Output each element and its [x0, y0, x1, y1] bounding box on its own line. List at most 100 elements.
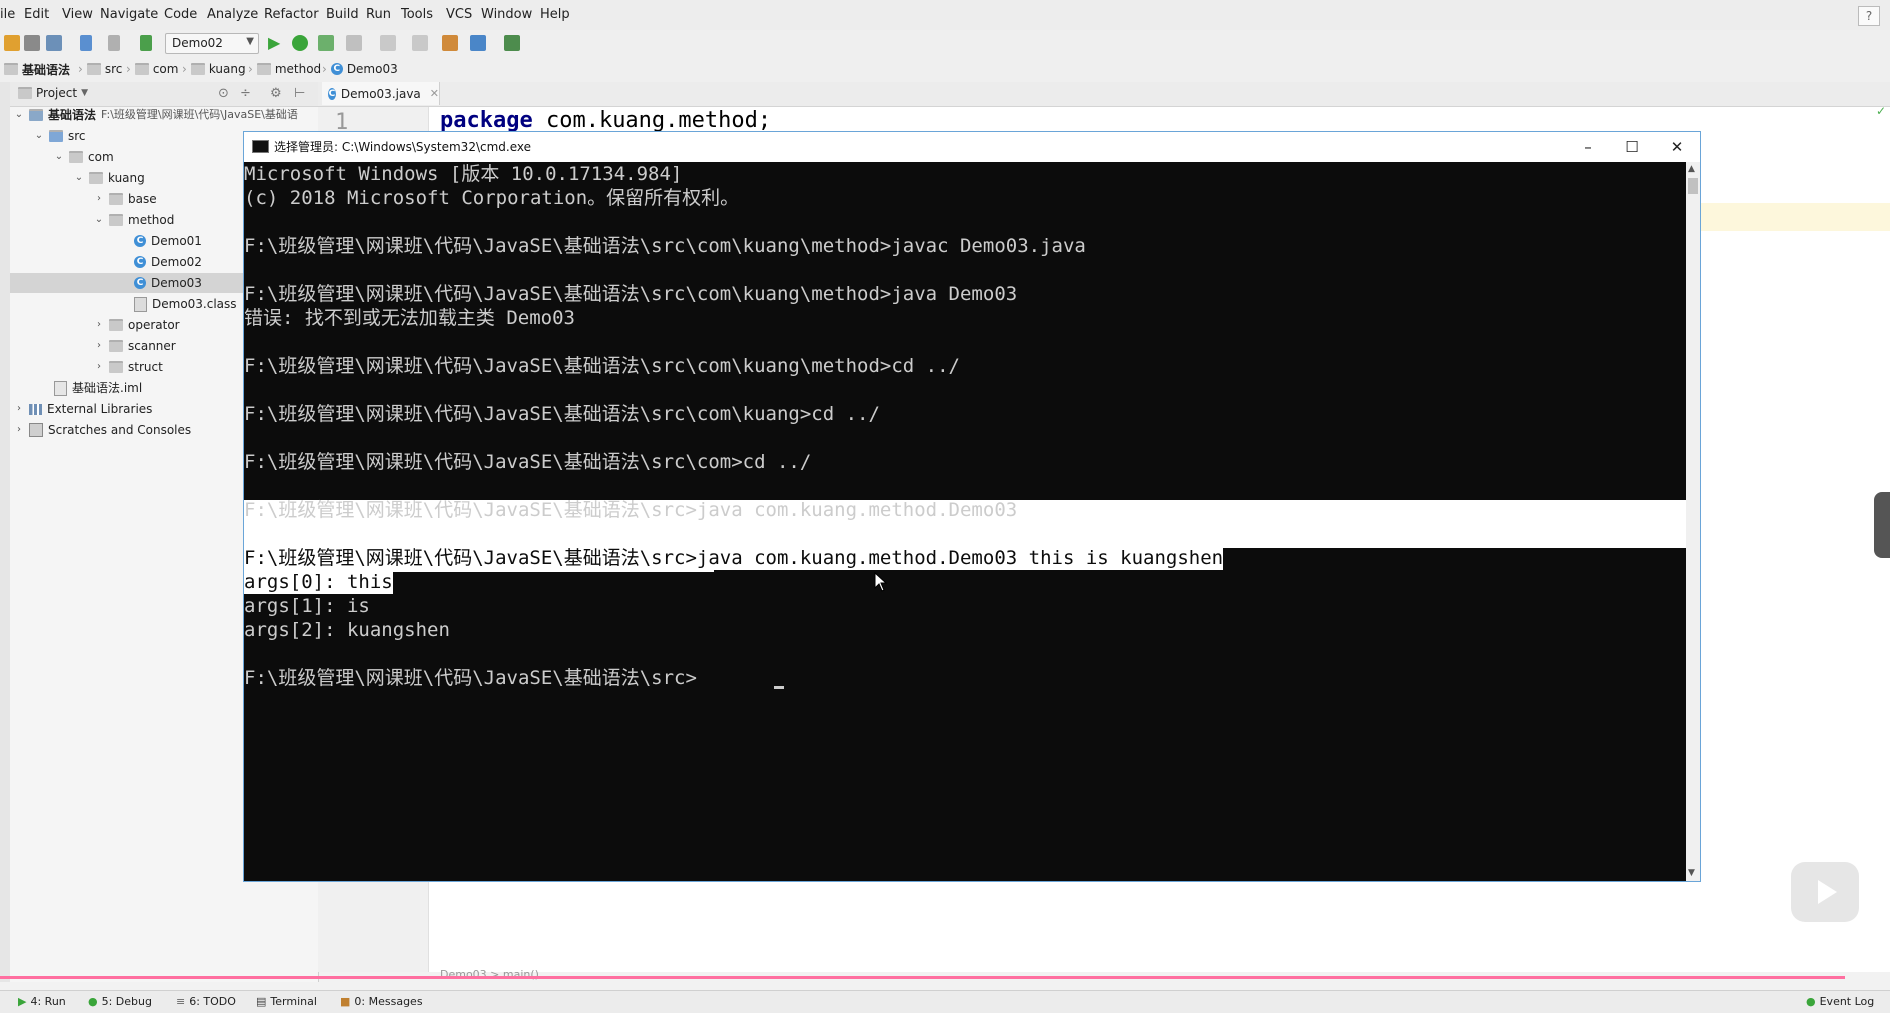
project-structure-icon[interactable]: [380, 35, 396, 51]
layout-icon[interactable]: [412, 35, 428, 51]
editor-breadcrumb[interactable]: Demo03 > main(): [440, 968, 539, 981]
run-tool-button[interactable]: ▶ 4: Run: [18, 995, 66, 1008]
menu-navigate[interactable]: Navigate: [100, 7, 158, 22]
check-icon: ✓: [1876, 104, 1887, 118]
open-icon[interactable]: [4, 35, 20, 51]
menu-build[interactable]: Build: [326, 7, 359, 22]
crumb-method[interactable]: › method: [248, 60, 321, 78]
cmd-icon: [252, 140, 269, 153]
class-file-icon: [134, 296, 147, 312]
collapse-arrow-icon: ›: [97, 340, 101, 351]
tree-item-kuang[interactable]: ⌄ kuang: [74, 168, 145, 188]
cmd-console[interactable]: Microsoft Windows [版本 10.0.17134.984] (c…: [244, 162, 1686, 881]
structure-icon[interactable]: [470, 35, 486, 51]
tree-item-struct[interactable]: › struct: [94, 357, 163, 377]
debug-tool-button[interactable]: ● 5: Debug: [88, 995, 152, 1008]
class-icon: C: [330, 63, 343, 75]
menu-tools[interactable]: Tools: [401, 7, 433, 22]
locate-icon[interactable]: ⊙: [218, 86, 229, 101]
todo-tool-button[interactable]: ≡ 6: TODO: [176, 995, 236, 1008]
build-icon[interactable]: [140, 35, 152, 51]
cmd-scroll-thumb[interactable]: [1688, 178, 1698, 194]
close-icon[interactable]: ✕: [430, 87, 439, 100]
folder-icon: [134, 63, 149, 75]
crumb-kuang[interactable]: › kuang: [182, 60, 246, 78]
menu-view[interactable]: View: [62, 7, 93, 22]
class-icon: C: [134, 277, 146, 289]
crumb-src[interactable]: › src: [78, 60, 122, 78]
tree-item-method[interactable]: ⌄ method: [94, 210, 175, 230]
coverage-icon[interactable]: [318, 35, 334, 51]
menu-run[interactable]: Run: [366, 7, 391, 22]
video-play-overlay[interactable]: [1791, 862, 1859, 922]
tab-demo03-java[interactable]: C Demo03.java ✕: [322, 82, 440, 105]
navigation-breadcrumb: 基础语法 › src › com › kuang › method › C Demo03: [0, 57, 1890, 83]
tree-item-operator[interactable]: › operator: [94, 315, 180, 335]
folder-icon: [18, 87, 32, 99]
chevron-down-icon: ▼: [246, 36, 254, 47]
forward-icon[interactable]: [108, 35, 120, 51]
gear-icon[interactable]: ⚙: [270, 86, 282, 101]
expand-arrow-icon: ⌄: [34, 130, 44, 141]
close-icon[interactable]: ✕: [1655, 133, 1699, 161]
messages-tool-button[interactable]: ■ 0: Messages: [340, 995, 423, 1008]
settings-icon[interactable]: [442, 35, 458, 51]
console-line: (c) 2018 Microsoft Corporation。保留所有权利。: [244, 187, 740, 209]
caret-line-highlight: [1700, 203, 1890, 231]
messages-icon: ■: [340, 995, 351, 1008]
console-line: F:\班级管理\网课班\代码\JavaSE\基础语法\src\com\kuang…: [244, 355, 960, 377]
menu-file[interactable]: ile: [0, 7, 15, 22]
run-icon[interactable]: ▶: [268, 35, 284, 51]
tree-item-src[interactable]: ⌄ src: [34, 126, 86, 146]
crumb-project[interactable]: 基础语法: [4, 60, 70, 78]
collapse-arrow-icon: ›: [97, 361, 101, 372]
menu-analyze[interactable]: Analyze: [207, 7, 258, 22]
project-view-select[interactable]: Project ▼: [18, 86, 88, 100]
collapse-icon[interactable]: ÷: [240, 86, 251, 101]
crumb-com[interactable]: › com: [126, 60, 178, 78]
folder-icon: [190, 63, 205, 75]
tree-item-base[interactable]: › base: [94, 189, 157, 209]
side-panel-handle[interactable]: [1874, 492, 1890, 558]
tree-item-scanner[interactable]: › scanner: [94, 336, 176, 356]
run-config-label: Demo02: [172, 36, 223, 50]
tree-item-iml[interactable]: 基础语法.iml: [54, 378, 142, 398]
hide-icon[interactable]: ⊢: [294, 86, 305, 101]
scroll-up-icon[interactable]: ▲: [1688, 164, 1695, 174]
back-icon[interactable]: [80, 35, 92, 51]
menu-refactor[interactable]: Refactor: [264, 7, 319, 22]
menu-code[interactable]: Code: [164, 7, 197, 22]
scroll-down-icon[interactable]: ▼: [1688, 868, 1695, 878]
help-button[interactable]: ?: [1858, 6, 1880, 26]
menu-window[interactable]: Window: [481, 7, 532, 22]
tree-item-demo01[interactable]: C Demo01: [134, 231, 202, 251]
crumb-demo03[interactable]: › C Demo03: [322, 60, 398, 78]
tree-item-com[interactable]: ⌄ com: [54, 147, 114, 167]
collapse-arrow-icon: ›: [97, 193, 101, 204]
debug-icon[interactable]: [292, 35, 308, 51]
tree-item-demo02[interactable]: C Demo02: [134, 252, 202, 272]
save-icon[interactable]: [24, 35, 40, 51]
source-folder-icon: [49, 130, 63, 142]
sync-icon[interactable]: [46, 35, 62, 51]
menu-vcs[interactable]: VCS: [446, 7, 472, 22]
console-line: Microsoft Windows [版本 10.0.17134.984]: [244, 163, 683, 185]
vcs-icon[interactable]: [504, 35, 520, 51]
tree-item-demo03-class[interactable]: Demo03.class: [134, 294, 237, 314]
code-line-1[interactable]: package com.kuang.method;: [440, 108, 771, 133]
minimize-icon[interactable]: –: [1566, 133, 1610, 161]
run-config-select[interactable]: Demo02 ▼: [165, 33, 259, 54]
stop-icon[interactable]: [346, 35, 362, 51]
tree-item-scratches[interactable]: › Scratches and Consoles: [14, 420, 191, 440]
terminal-tool-button[interactable]: ▤ Terminal: [256, 995, 317, 1008]
chevron-down-icon: ▼: [81, 88, 88, 98]
tree-item-external-libraries[interactable]: › External Libraries: [14, 399, 152, 419]
tree-root[interactable]: ⌄ 基础语法 F:\班级管理\网课班\代码\JavaSE\基础语: [14, 105, 298, 125]
menu-edit[interactable]: Edit: [24, 7, 49, 22]
package-icon: [109, 214, 123, 226]
maximize-icon[interactable]: ☐: [1610, 133, 1654, 161]
class-icon: C: [328, 87, 336, 100]
event-log-button[interactable]: ● Event Log: [1806, 995, 1874, 1008]
menu-help[interactable]: Help: [540, 7, 570, 22]
cmd-scrollbar[interactable]: [1686, 162, 1700, 881]
